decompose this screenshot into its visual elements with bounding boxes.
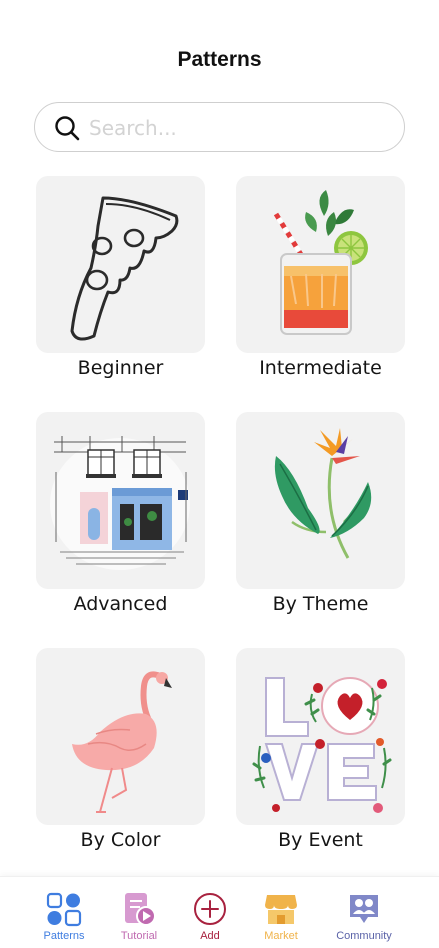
category-card-by-event[interactable] (236, 648, 405, 825)
flamingo-image (72, 671, 172, 813)
page-title: Patterns (177, 48, 262, 71)
category-label-by-event[interactable]: By Event (236, 829, 405, 851)
category-label-beginner[interactable]: Beginner (36, 357, 205, 379)
pizza-slice-image (70, 196, 179, 341)
category-card-intermediate[interactable] (236, 176, 405, 353)
storefront-image (50, 436, 190, 570)
love-letters-image (252, 677, 392, 813)
search-bar[interactable] (34, 102, 405, 152)
bottom-tab-bar: Patterns Tutorial Add Market Community (0, 876, 439, 948)
tab-label: Community (336, 930, 392, 942)
bird-of-paradise-image (274, 428, 372, 559)
tab-label: Market (264, 930, 298, 942)
category-label-intermediate[interactable]: Intermediate (236, 357, 405, 379)
category-card-advanced[interactable] (36, 412, 205, 589)
tutorial-icon (125, 893, 156, 926)
plus-circle-icon (194, 893, 226, 925)
store-icon (265, 895, 297, 924)
category-card-by-color[interactable] (36, 648, 205, 825)
tab-community[interactable]: Community (320, 877, 408, 948)
category-card-beginner[interactable] (36, 176, 205, 353)
grid-icon (46, 892, 82, 927)
category-card-by-theme[interactable] (236, 412, 405, 589)
category-label-by-color[interactable]: By Color (36, 829, 205, 851)
community-icon (350, 895, 378, 923)
category-label-by-theme[interactable]: By Theme (236, 593, 405, 615)
search-input[interactable] (89, 112, 389, 144)
header: Patterns (0, 0, 439, 90)
search-icon[interactable] (54, 115, 80, 141)
tab-market[interactable]: Market (237, 877, 325, 948)
category-label-advanced[interactable]: Advanced (36, 593, 205, 615)
cocktail-image (273, 190, 368, 335)
